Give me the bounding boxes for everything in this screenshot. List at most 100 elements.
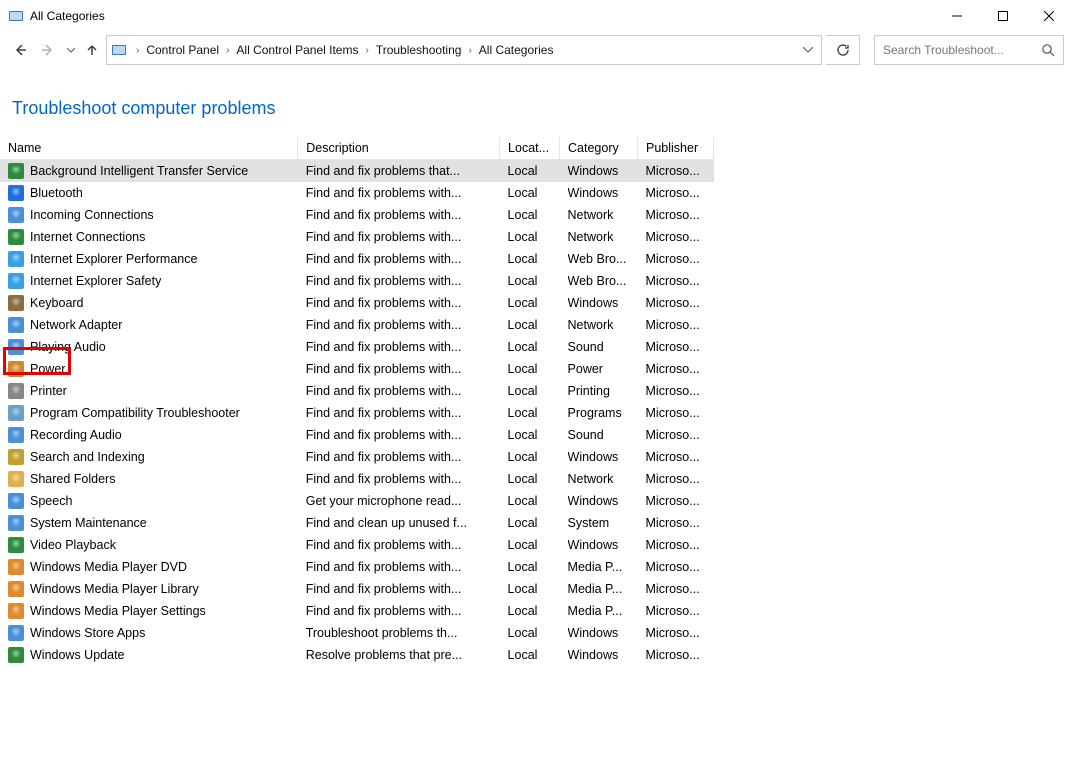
table-row[interactable]: Playing AudioFind and fix problems with.…: [0, 336, 714, 358]
chevron-right-icon: ›: [463, 45, 476, 56]
table-row[interactable]: System MaintenanceFind and clean up unus…: [0, 512, 714, 534]
table-row[interactable]: Windows Update Resolve problems that pre.…: [0, 644, 714, 666]
table-row[interactable]: Internet Explorer SafetyFind and fix pro…: [0, 270, 714, 292]
row-name: Internet Connections: [30, 230, 145, 244]
row-name: Incoming Connections: [30, 208, 154, 222]
table-row[interactable]: Search and IndexingFind and fix problems…: [0, 446, 714, 468]
table-row[interactable]: Windows Media Player SettingsFind and fi…: [0, 600, 714, 622]
table-row[interactable]: SpeechGet your microphone read...LocalWi…: [0, 490, 714, 512]
row-publisher: Microso...: [646, 164, 706, 178]
table-row[interactable]: BluetoothFind and fix problems with...Lo…: [0, 182, 714, 204]
row-location: Local: [508, 516, 538, 530]
troubleshooter-icon: [8, 317, 24, 333]
row-location: Local: [508, 340, 538, 354]
troubleshooter-icon: [8, 449, 24, 465]
row-publisher: Microso...: [646, 538, 706, 552]
table-row[interactable]: Video PlaybackFind and fix problems with…: [0, 534, 714, 556]
table-row[interactable]: Windows Store AppsTroubleshoot problems …: [0, 622, 714, 644]
page-title: Troubleshoot computer problems: [0, 78, 1072, 137]
troubleshooter-icon: [8, 603, 24, 619]
row-publisher: Microso...: [646, 406, 706, 420]
row-category: Windows: [568, 648, 630, 662]
row-publisher: Microso...: [646, 648, 706, 662]
column-header-name[interactable]: Name: [0, 137, 298, 160]
row-name: Windows Store Apps: [30, 626, 145, 640]
recent-locations-dropdown[interactable]: [64, 38, 78, 62]
troubleshooter-icon: [8, 185, 24, 201]
table-row[interactable]: Internet Explorer PerformanceFind and fi…: [0, 248, 714, 270]
row-location: Local: [508, 428, 538, 442]
table-header-row: Name Description Locat... Category Publi…: [0, 137, 714, 160]
table-row[interactable]: Recording AudioFind and fix problems wit…: [0, 424, 714, 446]
row-name: Speech: [30, 494, 72, 508]
table-row[interactable]: Background Intelligent Transfer Service F…: [0, 160, 714, 183]
breadcrumb-item[interactable]: All Categories: [477, 43, 556, 57]
row-location: Local: [508, 208, 538, 222]
address-dropdown[interactable]: [795, 36, 821, 64]
column-header-category[interactable]: Category: [560, 137, 638, 160]
row-description: Find and fix problems with...: [306, 472, 492, 486]
row-name: System Maintenance: [30, 516, 147, 530]
row-description: Find and fix problems with...: [306, 450, 492, 464]
table-row[interactable]: Windows Media Player LibraryFind and fix…: [0, 578, 714, 600]
row-category: Web Bro...: [568, 252, 630, 266]
forward-button[interactable]: [36, 38, 60, 62]
row-location: Local: [508, 274, 538, 288]
chevron-right-icon: ›: [360, 45, 373, 56]
row-publisher: Microso...: [646, 230, 706, 244]
breadcrumb-item[interactable]: Troubleshooting: [374, 43, 464, 57]
back-button[interactable]: [8, 38, 32, 62]
row-name: Network Adapter: [30, 318, 122, 332]
table-row[interactable]: PowerFind and fix problems with...LocalP…: [0, 358, 714, 380]
row-name: Windows Update: [30, 648, 125, 662]
column-header-description[interactable]: Description: [298, 137, 500, 160]
row-category: Windows: [568, 626, 630, 640]
row-location: Local: [508, 318, 538, 332]
maximize-button[interactable]: [980, 0, 1026, 32]
breadcrumb-item[interactable]: All Control Panel Items: [234, 43, 360, 57]
row-category: Power: [568, 362, 630, 376]
window-title: All Categories: [30, 9, 105, 23]
row-location: Local: [508, 186, 538, 200]
row-location: Local: [508, 472, 538, 486]
troubleshooter-icon: [8, 647, 24, 663]
troubleshooter-icon: [8, 229, 24, 245]
address-bar[interactable]: › Control Panel›All Control Panel Items›…: [106, 35, 822, 65]
row-location: Local: [508, 626, 538, 640]
troubleshooter-icon: [8, 581, 24, 597]
troubleshooter-icon: [8, 515, 24, 531]
row-name: Windows Media Player Library: [30, 582, 199, 596]
row-description: Find and fix problems with...: [306, 296, 492, 310]
row-location: Local: [508, 406, 538, 420]
refresh-button[interactable]: [826, 35, 860, 65]
row-publisher: Microso...: [646, 318, 706, 332]
row-name: Windows Media Player Settings: [30, 604, 206, 618]
row-category: Network: [568, 208, 630, 222]
table-row[interactable]: Internet ConnectionsFind and fix problem…: [0, 226, 714, 248]
table-row[interactable]: PrinterFind and fix problems with...Loca…: [0, 380, 714, 402]
table-row[interactable]: Shared FoldersFind and fix problems with…: [0, 468, 714, 490]
row-location: Local: [508, 494, 538, 508]
row-name: Background Intelligent Transfer Service: [30, 164, 248, 178]
row-description: Resolve problems that pre...: [306, 648, 492, 662]
breadcrumb-item[interactable]: Control Panel: [144, 43, 221, 57]
breadcrumb-sep-icon: ›: [131, 45, 144, 56]
search-box[interactable]: [874, 35, 1064, 65]
up-button[interactable]: [82, 38, 102, 62]
close-button[interactable]: [1026, 0, 1072, 32]
table-row[interactable]: Windows Media Player DVDFind and fix pro…: [0, 556, 714, 578]
row-category: Windows: [568, 450, 630, 464]
table-row[interactable]: Incoming ConnectionsFind and fix problem…: [0, 204, 714, 226]
table-row[interactable]: Network AdapterFind and fix problems wit…: [0, 314, 714, 336]
minimize-button[interactable]: [934, 0, 980, 32]
search-input[interactable]: [883, 43, 1037, 57]
row-category: Printing: [568, 384, 630, 398]
row-description: Find and fix problems that...: [306, 164, 492, 178]
column-header-publisher[interactable]: Publisher: [638, 137, 714, 160]
row-category: Windows: [568, 296, 630, 310]
row-publisher: Microso...: [646, 450, 706, 464]
table-row[interactable]: Program Compatibility TroubleshooterFind…: [0, 402, 714, 424]
table-row[interactable]: KeyboardFind and fix problems with...Loc…: [0, 292, 714, 314]
column-header-location[interactable]: Locat...: [500, 137, 560, 160]
row-publisher: Microso...: [646, 626, 706, 640]
